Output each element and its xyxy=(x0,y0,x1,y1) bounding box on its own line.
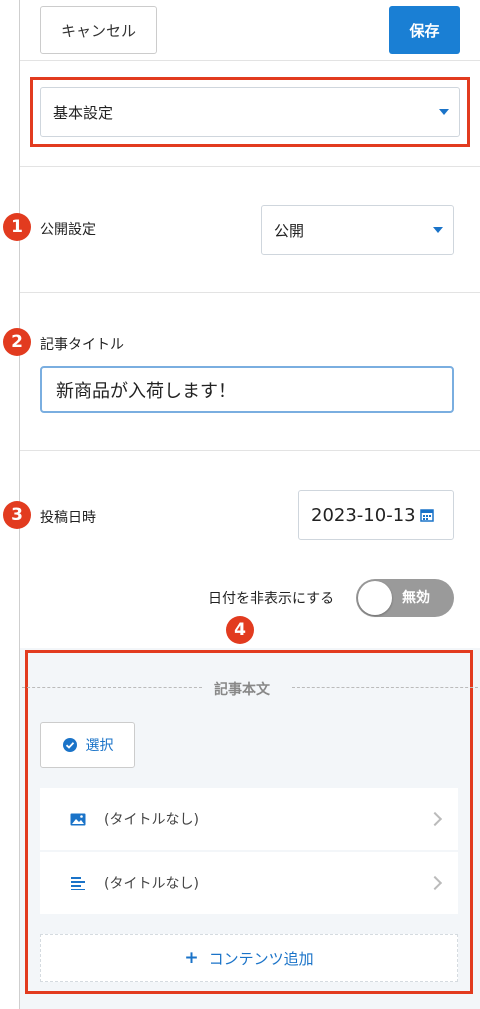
content-item-label: (タイトルなし) xyxy=(104,812,199,828)
calendar-icon xyxy=(419,509,434,522)
post-date-value: 2023-10-13 xyxy=(311,504,416,526)
chevron-right-icon xyxy=(427,811,443,827)
check-circle-icon xyxy=(62,738,77,752)
post-date-input[interactable]: 2023-10-13 xyxy=(298,490,454,540)
settings-select[interactable]: 基本設定 xyxy=(40,87,460,137)
hide-date-toggle[interactable]: 無効 xyxy=(356,579,454,617)
title-label: 記事タイトル xyxy=(40,337,124,353)
content-item[interactable]: (タイトルなし) xyxy=(40,852,458,914)
publish-label: 公開設定 xyxy=(40,222,96,238)
divider-left xyxy=(22,687,202,688)
content-item-label: (タイトルなし) xyxy=(104,876,199,892)
title-input[interactable]: 新商品が入荷します！ xyxy=(40,366,454,413)
toggle-state-text: 無効 xyxy=(402,590,430,606)
annotation-marker-1: 1 xyxy=(3,213,31,241)
caret-down-icon xyxy=(439,109,449,115)
add-content-button[interactable]: + コンテンツ追加 xyxy=(40,934,458,982)
post-date-label: 投稿日時 xyxy=(40,510,96,526)
select-content-button[interactable]: 選択 xyxy=(40,722,135,768)
annotation-marker-4: 4 xyxy=(226,616,254,644)
publish-select[interactable]: 公開 xyxy=(261,205,454,255)
image-icon xyxy=(70,813,86,825)
select-content-label: 選択 xyxy=(85,738,114,754)
annotation-marker-2: 2 xyxy=(3,328,31,356)
plus-icon: + xyxy=(184,948,199,968)
content-item[interactable]: (タイトルなし) xyxy=(40,788,458,850)
caret-down-icon xyxy=(433,227,443,233)
article-body-heading: 記事本文 xyxy=(214,682,270,698)
publish-select-value: 公開 xyxy=(274,221,305,240)
chevron-right-icon xyxy=(427,875,443,891)
toolbar-section xyxy=(20,0,480,61)
annotation-marker-3: 3 xyxy=(3,501,31,529)
settings-select-value: 基本設定 xyxy=(53,103,114,122)
text-icon xyxy=(71,877,85,890)
toggle-knob xyxy=(358,581,392,615)
divider-right xyxy=(292,687,478,688)
hide-date-label: 日付を非表示にする xyxy=(208,591,335,607)
add-content-label: コンテンツ追加 xyxy=(208,949,314,968)
